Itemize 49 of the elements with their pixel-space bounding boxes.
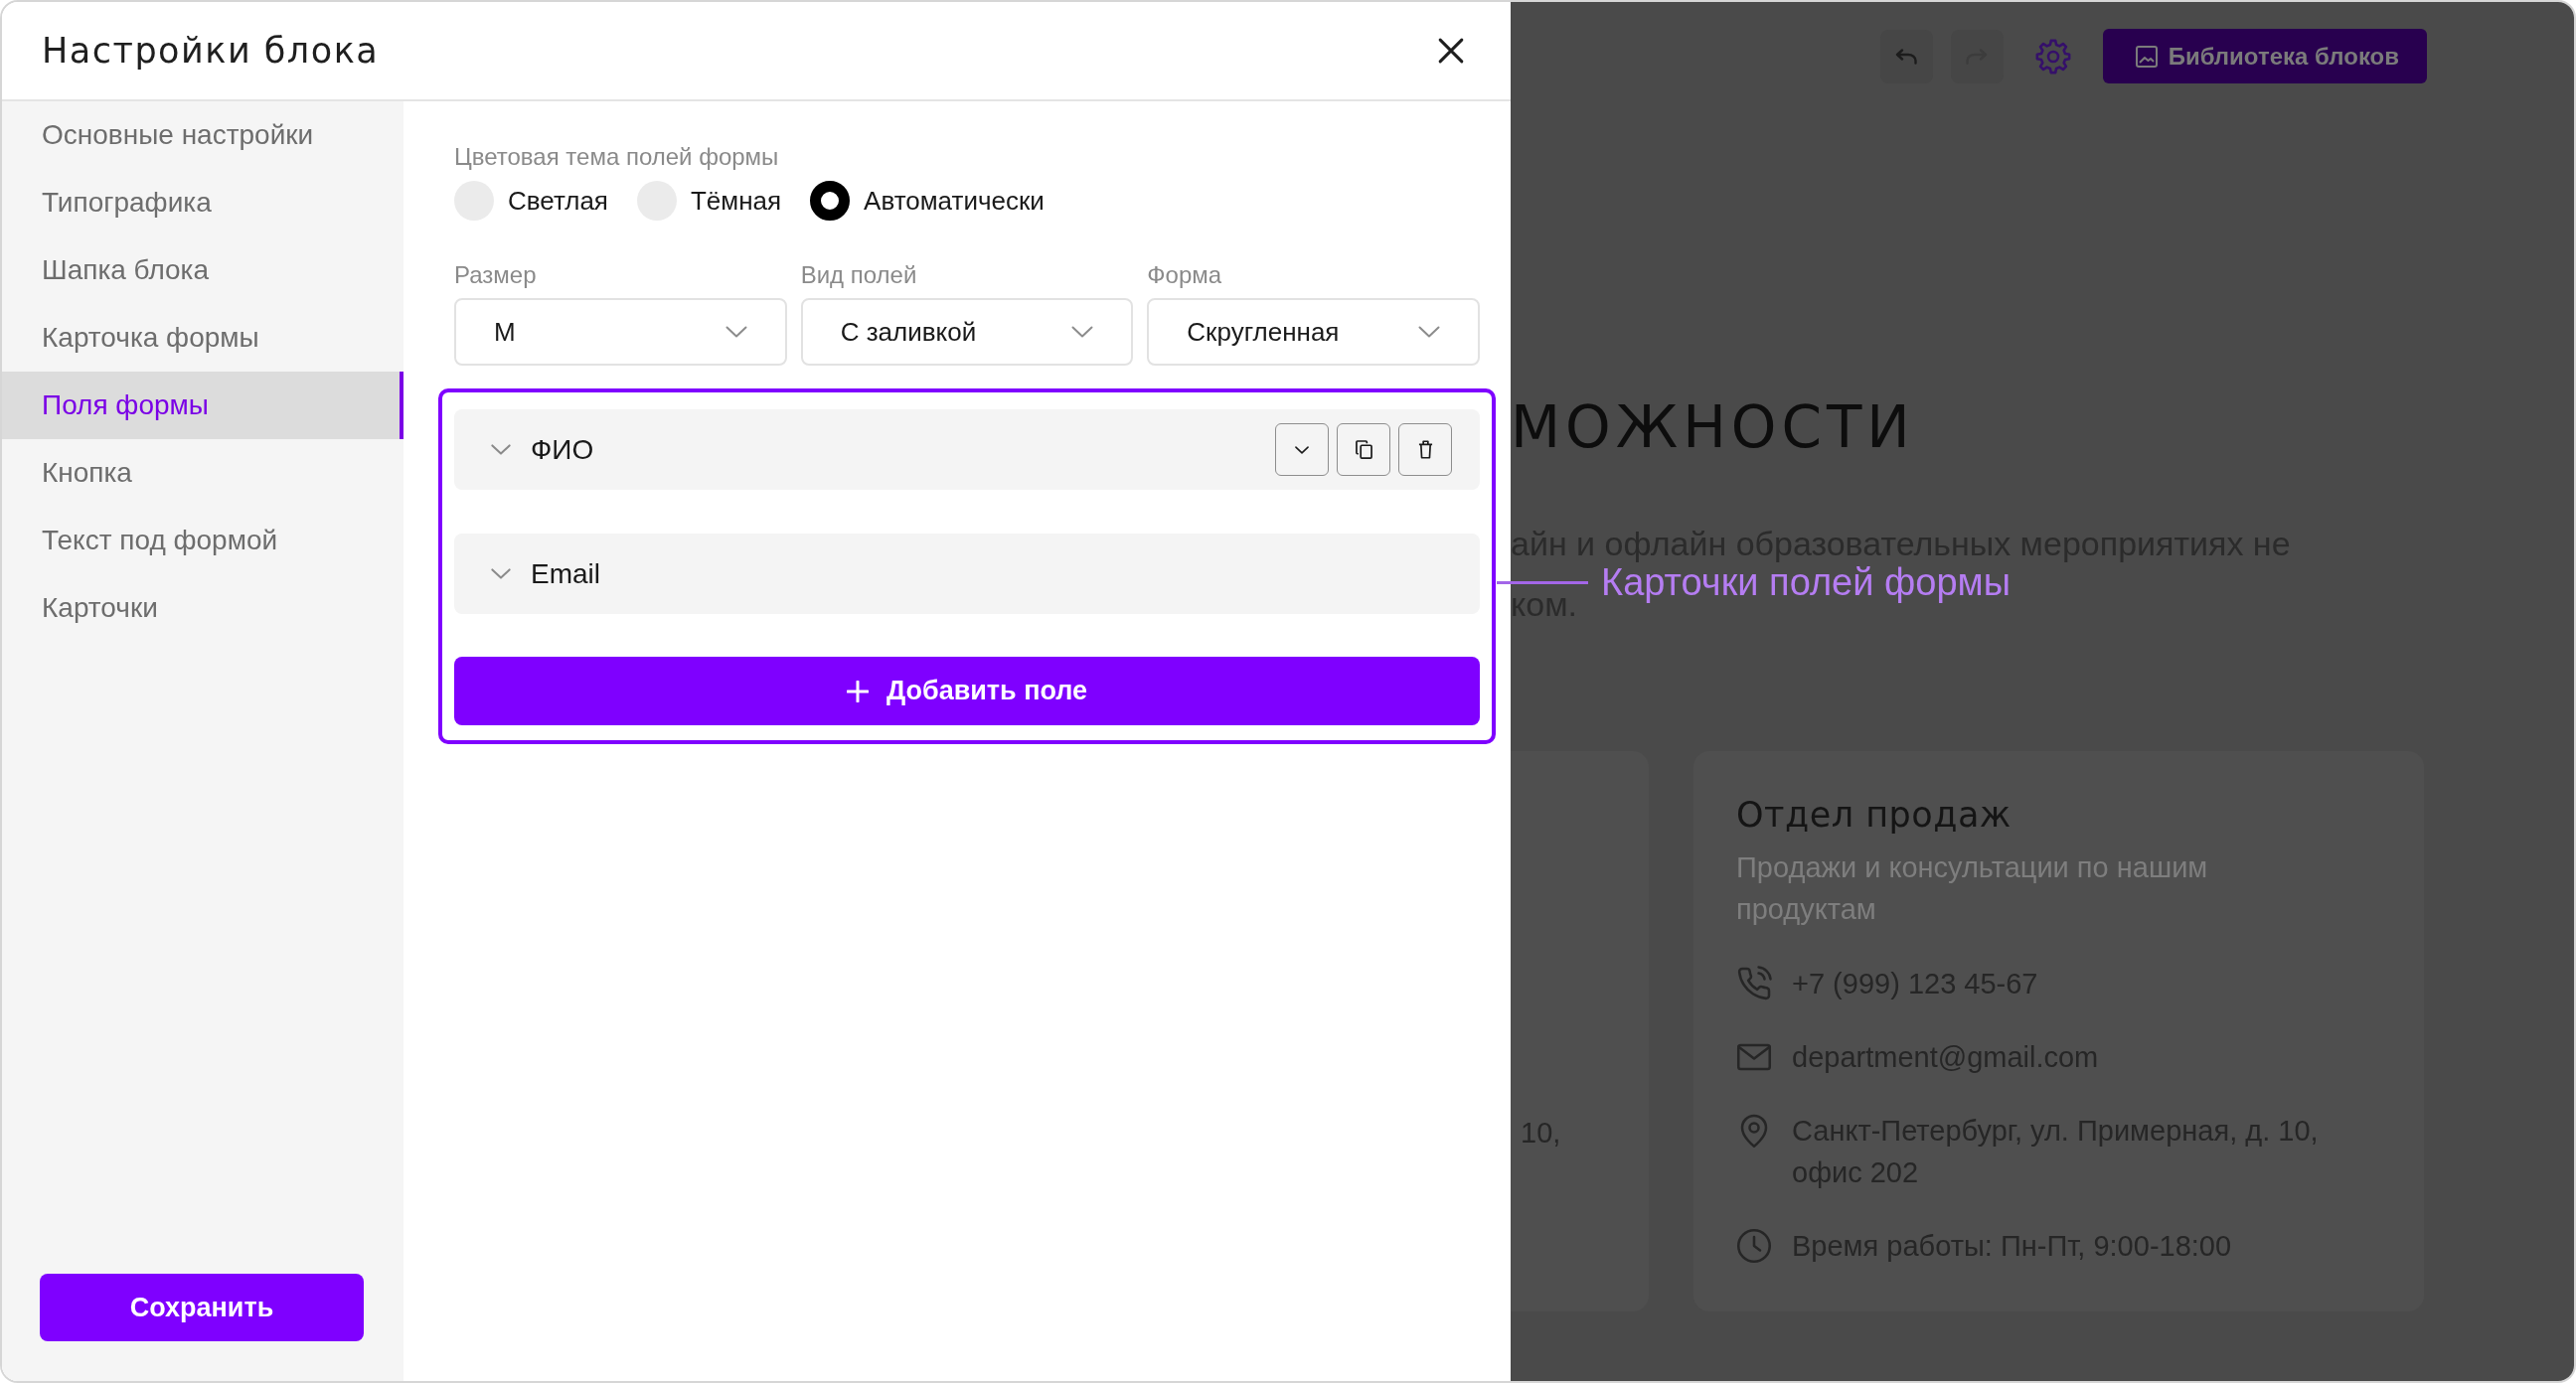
dropdown-label: Форма <box>1147 260 1223 290</box>
chevron-down-icon <box>491 568 511 579</box>
undo-arrow-icon <box>1895 48 1918 65</box>
sidebar-item[interactable]: Основные настройки <box>2 101 403 169</box>
dropdown-label: Вид полей <box>800 260 918 290</box>
chevron-down-icon <box>1071 326 1094 338</box>
settings-icon[interactable] <box>2034 38 2071 75</box>
dropdown-label: Размер <box>454 260 538 290</box>
delete-button[interactable] <box>1398 423 1452 476</box>
sidebar-item[interactable]: Поля формы <box>2 372 403 439</box>
copy-icon <box>1355 440 1372 459</box>
trash-icon <box>1417 440 1433 459</box>
dropdown[interactable]: С заливкой <box>800 298 1134 366</box>
radio-label[interactable]: Тёмная <box>690 185 782 217</box>
group-label: Цветовая тема полей формы <box>454 142 780 172</box>
library-button[interactable]: Библиотека блоков <box>2102 29 2427 83</box>
chevron-down-icon <box>1418 326 1440 338</box>
chevron-down-icon <box>1295 445 1309 454</box>
field-label: Email <box>531 557 600 590</box>
sidebar-item[interactable]: Шапка блока <box>2 236 403 304</box>
sidebar-item[interactable]: Карточка формы <box>2 304 403 372</box>
sidebar-item[interactable]: Кнопка <box>2 439 403 507</box>
plus-icon <box>846 680 869 702</box>
sidebar-item[interactable]: Текст под формой <box>2 507 403 574</box>
radio-button[interactable] <box>810 181 851 221</box>
chevron-down-icon <box>491 444 511 455</box>
panel-title: Настройки блока <box>42 31 380 71</box>
card-title: Отдел продаж <box>1736 794 2012 837</box>
sidebar-item[interactable]: Типографика <box>2 169 403 236</box>
close-icon <box>1438 38 1464 64</box>
save-button[interactable]: Сохранить <box>40 1274 364 1341</box>
field-label: ФИО <box>531 433 594 466</box>
radio-label[interactable]: Светлая <box>508 185 608 217</box>
chevron-down-icon <box>724 326 747 338</box>
clock-icon <box>1736 1228 1772 1264</box>
dropdown[interactable]: M <box>454 298 787 366</box>
sidebar-item[interactable]: Карточки <box>2 574 403 642</box>
phone-icon <box>1736 966 1772 1001</box>
dropdown[interactable]: Скругленная <box>1147 298 1480 366</box>
radio-label[interactable]: Автоматически <box>864 185 1045 217</box>
expand-button[interactable] <box>1275 423 1329 476</box>
add-field-button[interactable]: Добавить поле <box>454 657 1480 725</box>
image-icon <box>2135 45 2158 68</box>
section-heading: МОЖНОСТИ <box>1511 397 1915 457</box>
field-card[interactable]: Email <box>454 534 1480 614</box>
field-card[interactable]: ФИО <box>454 409 1480 490</box>
callout-label: Карточки полей формы <box>1601 563 2011 601</box>
copy-button[interactable] <box>1337 423 1390 476</box>
undo-button[interactable] <box>1879 29 1933 83</box>
